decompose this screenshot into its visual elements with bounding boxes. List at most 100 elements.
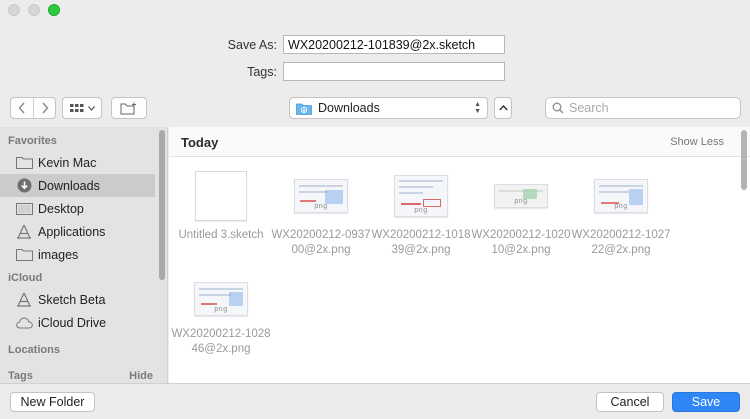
tags-label: Tags:	[247, 64, 277, 79]
chevron-left-icon	[18, 102, 25, 114]
sidebar-item-label: images	[38, 247, 79, 262]
save-as-input[interactable]	[283, 35, 505, 54]
locations-heading-label: Locations	[8, 344, 60, 356]
icloud-heading-label: iCloud	[8, 272, 43, 284]
file-type-tag: png	[614, 203, 628, 210]
sidebar-scrollbar[interactable]	[159, 130, 165, 280]
downloads-folder-icon	[296, 103, 312, 115]
file-type-tag: png	[314, 203, 328, 210]
file-name: WX20200212-101839@2x.png	[371, 229, 471, 256]
file-item[interactable]: png WX20200212-102010@2x.png	[471, 170, 571, 258]
sidebar-item-kevin-mac[interactable]: Kevin Mac	[0, 151, 167, 174]
file-thumbnail: png	[371, 170, 471, 222]
save-as-row: Save As:	[0, 35, 505, 54]
location-label: Downloads	[318, 101, 380, 115]
desktop-icon	[15, 201, 33, 217]
view-options-content	[63, 98, 101, 118]
new-folder-icon	[120, 102, 136, 114]
section-title: Today	[181, 135, 219, 150]
view-options-button[interactable]	[62, 97, 102, 119]
png-image-icon: png	[194, 282, 248, 316]
file-browser-scrollbar[interactable]	[741, 130, 747, 190]
icloud-heading: iCloud	[0, 268, 167, 288]
collapse-dialog-button[interactable]	[494, 97, 512, 119]
applications-icon	[15, 292, 33, 308]
tags-hide-button[interactable]: Hide	[129, 366, 153, 383]
cancel-button[interactable]: Cancel	[596, 392, 664, 412]
new-folder-toolbar-button[interactable]	[111, 97, 147, 119]
chevron-down-icon	[88, 105, 95, 111]
sidebar-item-label: iCloud Drive	[38, 315, 107, 330]
window-controls	[8, 4, 60, 16]
folder-icon	[15, 155, 33, 171]
file-name: WX20200212-102722@2x.png	[571, 229, 671, 256]
file-name: Untitled 3.sketch	[178, 229, 264, 241]
file-item[interactable]: png WX20200212-102846@2x.png	[171, 277, 271, 357]
tags-row: Tags:	[0, 62, 505, 81]
file-name: WX20200212-102010@2x.png	[471, 229, 571, 256]
png-image-icon: png	[394, 175, 448, 217]
file-thumbnail: png	[271, 170, 371, 222]
file-item[interactable]: Untitled 3.sketch	[171, 170, 271, 243]
sidebar-item-images[interactable]: images	[0, 243, 167, 266]
sidebar-item-desktop[interactable]: Desktop	[0, 197, 167, 220]
sidebar-item-label: Applications	[38, 224, 106, 239]
file-item[interactable]: png WX20200212-102722@2x.png	[571, 170, 671, 258]
sidebar-item-icloud-drive[interactable]: iCloud Drive	[0, 311, 167, 334]
back-button[interactable]	[11, 98, 33, 118]
sidebar-item-label: Downloads	[38, 178, 100, 193]
sidebar-item-downloads[interactable]: Downloads	[0, 174, 155, 197]
minimize-window-button[interactable]	[28, 4, 40, 16]
section-header: Today Show Less	[169, 127, 750, 157]
file-name: WX20200212-102846@2x.png	[171, 328, 271, 355]
favorites-heading: Favorites	[0, 131, 167, 151]
search-input[interactable]	[569, 101, 729, 115]
save-button[interactable]: Save	[672, 392, 740, 412]
file-thumbnail: png	[571, 170, 671, 222]
downloads-icon	[15, 178, 33, 194]
file-thumbnail	[171, 170, 271, 222]
file-thumbnail: png	[471, 170, 571, 222]
sidebar-item-label: Desktop	[38, 201, 84, 216]
chevron-up-icon	[498, 105, 508, 111]
close-window-button[interactable]	[8, 4, 20, 16]
file-name: WX20200212-093700@2x.png	[271, 229, 371, 256]
search-icon	[552, 102, 564, 114]
location-select[interactable]: Downloads ▲ ▼	[289, 97, 488, 119]
png-image-icon: png	[294, 179, 348, 213]
file-item[interactable]: png WX20200212-093700@2x.png	[271, 170, 371, 258]
file-type-tag: png	[214, 306, 228, 313]
toolbar: Downloads ▲ ▼	[0, 97, 750, 119]
up-down-chevron-icon: ▲ ▼	[474, 101, 481, 115]
applications-icon	[15, 224, 33, 240]
png-image-icon: png	[494, 184, 548, 208]
file-browser: Today Show Less Untitled 3.sketch png WX…	[169, 127, 750, 383]
forward-button[interactable]	[33, 98, 55, 118]
tags-input[interactable]	[283, 62, 505, 81]
save-as-label: Save As:	[227, 37, 277, 52]
zoom-window-button[interactable]	[48, 4, 60, 16]
file-thumbnail: png	[171, 277, 271, 321]
locations-heading: Locations	[0, 340, 167, 360]
sidebar-item-applications[interactable]: Applications	[0, 220, 167, 243]
file-type-tag: png	[514, 198, 528, 205]
tags-heading-label: Tags	[8, 370, 33, 382]
sidebar-item-sketch-beta[interactable]: Sketch Beta	[0, 288, 167, 311]
new-folder-button[interactable]: New Folder	[10, 392, 95, 412]
favorites-heading-label: Favorites	[8, 135, 57, 147]
sidebar-item-label: Kevin Mac	[38, 155, 97, 170]
file-item[interactable]: png WX20200212-101839@2x.png	[371, 170, 471, 258]
search-field[interactable]	[545, 97, 741, 119]
save-dialog: Save As: Tags:	[0, 0, 750, 419]
sketch-document-icon	[195, 171, 247, 221]
grid-view-icon	[70, 104, 84, 112]
cloud-icon	[15, 315, 33, 331]
png-image-icon: png	[594, 179, 648, 213]
file-type-tag: png	[414, 207, 428, 214]
chevron-right-icon	[41, 102, 48, 114]
nav-buttons	[10, 97, 56, 119]
bottom-bar: New Folder Cancel Save	[0, 383, 750, 419]
show-less-button[interactable]: Show Less	[670, 136, 724, 148]
sidebar-item-label: Sketch Beta	[38, 292, 106, 307]
sidebar: Favorites Kevin Mac Downloads Desktop Ap…	[0, 127, 168, 383]
